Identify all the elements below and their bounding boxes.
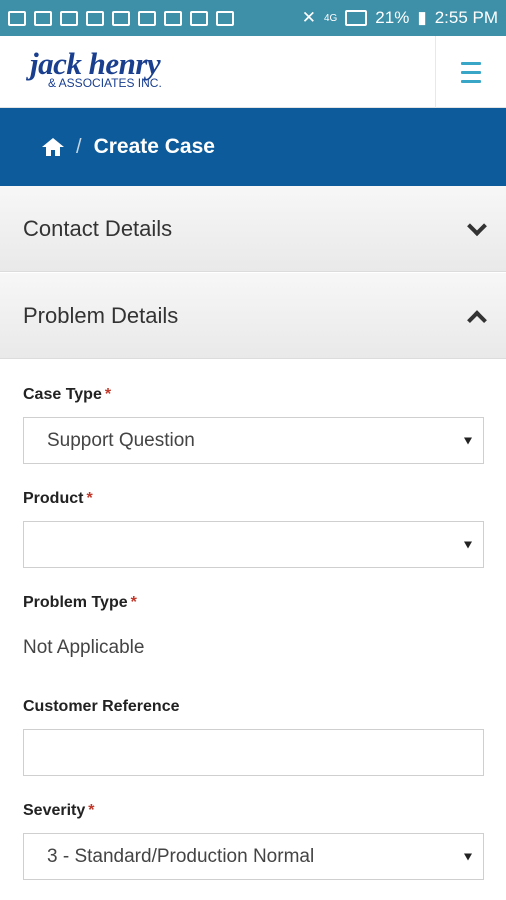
severity-label: Severity *	[23, 802, 95, 819]
contact-details-title: Contact Details	[23, 215, 173, 241]
problem-type-label: Problem Type *	[23, 594, 137, 611]
case-type-select[interactable]: Support Question	[23, 417, 484, 464]
home-icon[interactable]	[42, 138, 64, 156]
breadcrumb: / Create Case	[0, 108, 506, 186]
caret-down-icon	[464, 437, 472, 444]
status-bar: ✕ 4G 21% ▮ 2:55 PM	[0, 0, 506, 36]
battery-icon: ▮	[417, 8, 427, 27]
required-marker: *	[104, 386, 112, 403]
network-type: 4G	[323, 12, 338, 24]
contact-details-panel[interactable]: Contact Details	[0, 186, 506, 272]
logo-wordmark: jack henry	[30, 46, 161, 81]
breadcrumb-separator: /	[76, 135, 82, 158]
page-title: Create Case	[93, 135, 215, 158]
mute-icon: ✕	[301, 8, 316, 27]
missed-call-icon	[34, 10, 52, 26]
product-select[interactable]	[23, 521, 484, 568]
contacts-icon	[112, 10, 130, 26]
play-store-icon	[216, 10, 234, 26]
image-icon	[60, 10, 78, 26]
required-marker: *	[130, 594, 137, 611]
battery-percent: 21%	[375, 8, 410, 27]
case-type-value: Support Question	[47, 429, 195, 451]
hamburger-menu-button[interactable]	[435, 36, 506, 108]
caret-down-icon	[464, 853, 472, 860]
mail-icon-2	[138, 10, 156, 26]
required-marker: *	[86, 490, 93, 507]
customer-reference-label: Customer Reference	[23, 698, 180, 715]
required-marker: *	[88, 802, 95, 819]
chevron-up-icon	[467, 309, 487, 330]
notification-icons	[8, 10, 234, 26]
severity-select[interactable]: 3 - Standard/Production Normal	[23, 833, 484, 880]
hamburger-icon	[461, 59, 481, 86]
user-icon	[86, 10, 104, 26]
problem-details-title: Problem Details	[23, 302, 179, 328]
case-type-label: Case Type *	[23, 386, 112, 403]
severity-value: 3 - Standard/Production Normal	[47, 845, 315, 867]
system-status: ✕ 4G 21% ▮ 2:55 PM	[302, 8, 498, 28]
product-label: Product *	[23, 490, 93, 507]
chevron-down-icon	[467, 215, 487, 236]
signal-icon	[345, 10, 368, 26]
customer-reference-input[interactable]	[23, 729, 484, 776]
caret-down-icon	[464, 541, 472, 548]
clock: 2:55 PM	[434, 8, 498, 27]
logo-subtitle: & ASSOCIATES INC.	[48, 76, 162, 90]
app-header: jack henry & ASSOCIATES INC.	[0, 36, 506, 108]
sync-icon	[190, 10, 208, 26]
mail-icon	[8, 10, 26, 26]
problem-type-value: Not Applicable	[23, 637, 145, 658]
wifi-icon	[164, 10, 182, 26]
problem-details-form: Case Type * Support Question Product * Pro…	[0, 360, 506, 900]
jack-henry-logo[interactable]: jack henry & ASSOCIATES INC.	[30, 46, 162, 90]
problem-details-panel[interactable]: Problem Details	[0, 273, 506, 359]
